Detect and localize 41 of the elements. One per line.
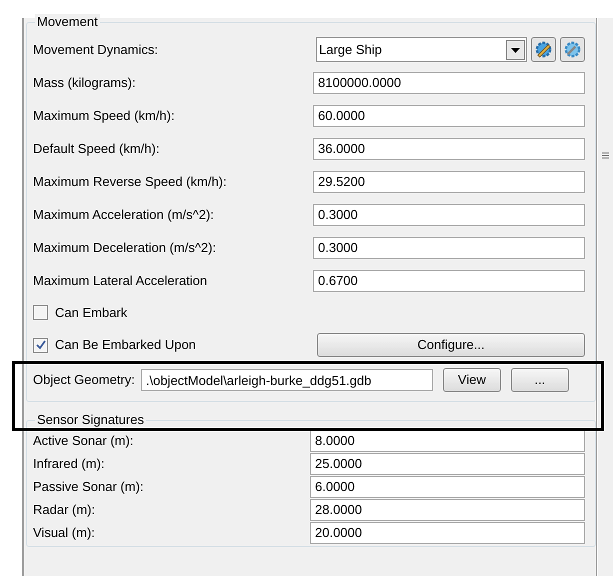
input-field[interactable]: 0.3000	[313, 236, 585, 258]
dropdown[interactable]: Large Ship	[316, 37, 527, 62]
field-label: Maximum Acceleration (m/s^2):	[33, 206, 214, 224]
input-field[interactable]: 28.0000	[310, 498, 585, 520]
field-label: Radar (m):	[33, 500, 96, 519]
checkbox[interactable]	[33, 338, 48, 352]
checkbox-label: Can Be Embarked Upon	[55, 336, 196, 354]
field-label: Maximum Reverse Speed (km/h):	[33, 172, 227, 191]
input-field[interactable]: 0.6700	[313, 270, 585, 292]
input-field[interactable]: 0.3000	[313, 204, 585, 226]
checkbox-label: Can Embark	[55, 304, 128, 322]
field-label: Passive Sonar (m):	[33, 478, 144, 496]
field-label: Active Sonar (m):	[33, 432, 134, 450]
gear-pencil-icon	[534, 40, 553, 59]
field-label: Object Geometry:	[33, 371, 135, 390]
checkbox[interactable]	[33, 305, 48, 320]
caret-icon	[506, 40, 525, 60]
button[interactable]: ...	[510, 368, 569, 392]
gear-wrench-button[interactable]	[560, 37, 585, 62]
field-label: Visual (m):	[33, 524, 95, 542]
button[interactable]: Configure...	[317, 333, 585, 357]
field-label: Maximum Deceleration (m/s^2):	[33, 238, 216, 257]
input-field[interactable]: .\objectModel\arleigh-burke_ddg51.gdb	[140, 369, 433, 391]
grip-icon	[602, 152, 609, 159]
input-field[interactable]: 6.0000	[310, 476, 585, 498]
input-field[interactable]: 25.0000	[310, 452, 585, 474]
checkmark-icon	[36, 340, 46, 350]
gear-edit-button[interactable]	[531, 37, 556, 62]
input-field[interactable]: 60.0000	[313, 104, 585, 126]
field-label: Maximum Speed (km/h):	[33, 106, 175, 125]
input-field[interactable]: 36.0000	[313, 138, 585, 160]
input-field[interactable]: 20.0000	[310, 522, 585, 544]
field-label: Mass (kilograms):	[33, 74, 136, 92]
field-label: Infrared (m):	[33, 454, 105, 473]
field-label: Movement Dynamics:	[33, 40, 158, 59]
field-label: Default Speed (km/h):	[33, 140, 160, 158]
input-field[interactable]: 8100000.0000	[313, 72, 585, 94]
button[interactable]: View	[442, 368, 501, 392]
field-label: Maximum Lateral Acceleration	[33, 272, 208, 290]
input-field[interactable]: 8.0000	[310, 430, 585, 452]
input-field[interactable]: 29.5200	[313, 170, 585, 192]
